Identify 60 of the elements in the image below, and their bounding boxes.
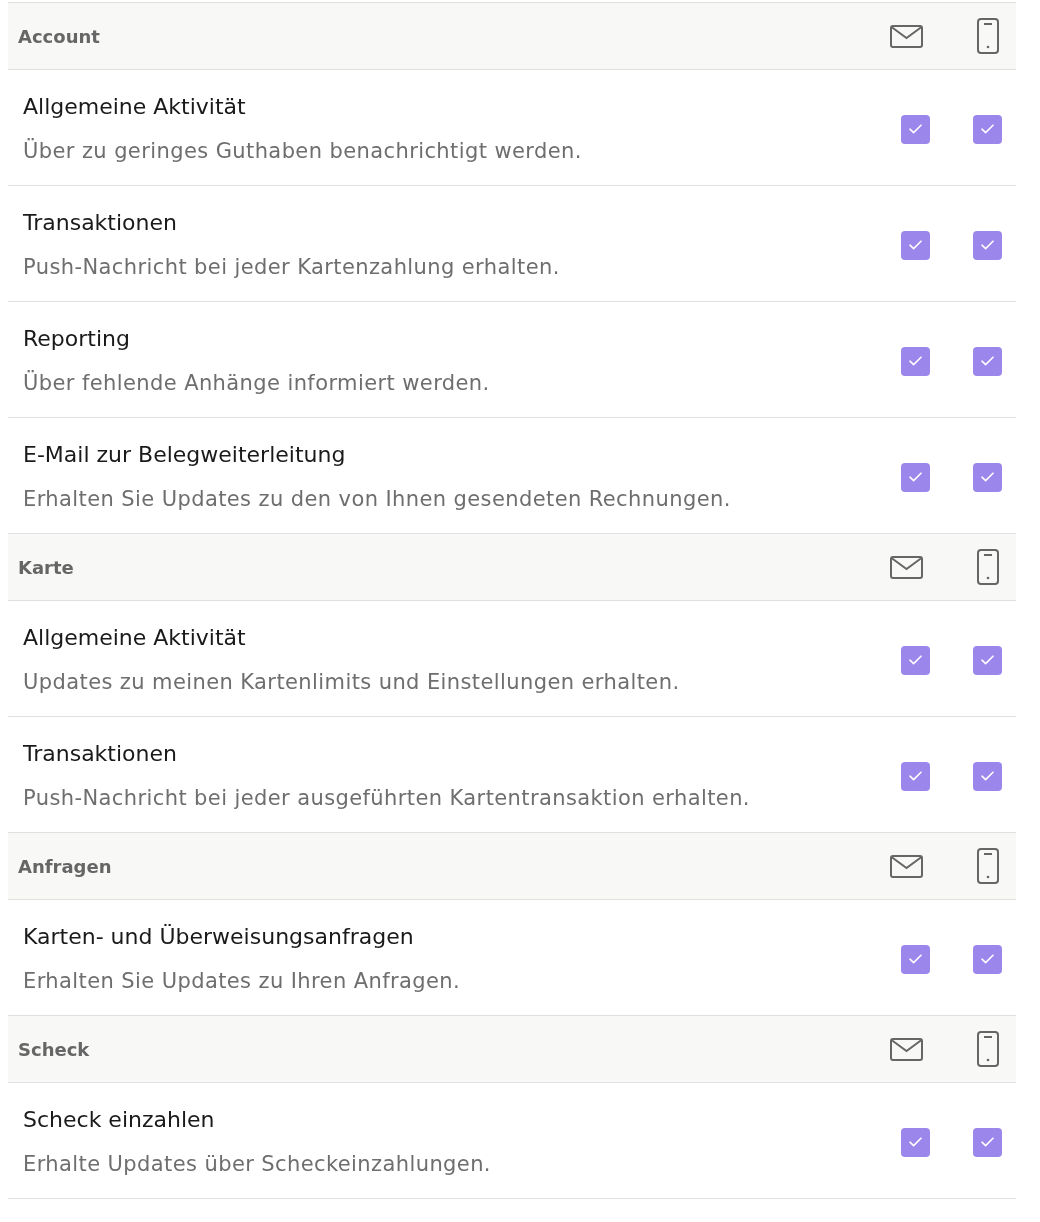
section-title: Account — [18, 24, 101, 49]
checkbox[interactable] — [901, 346, 930, 376]
setting-title: E-Mail zur Belegweiterleitung — [23, 441, 347, 469]
setting-title: Allgemeine Aktivität — [23, 624, 247, 652]
checkbox[interactable] — [901, 230, 930, 260]
checkmark-icon — [909, 356, 922, 366]
checkmark-icon — [909, 240, 922, 250]
mail-icon — [890, 1037, 923, 1061]
checkmark-icon — [981, 1137, 994, 1147]
checkmark-icon — [981, 124, 994, 134]
phone-icon — [977, 1031, 999, 1067]
checkmark-icon — [909, 771, 922, 781]
setting-description: Erhalte Updates über Scheckeinzahlungen. — [23, 1151, 492, 1178]
checkmark-icon — [909, 954, 922, 964]
checkmark-icon — [981, 472, 994, 482]
checkbox[interactable] — [973, 761, 1002, 791]
checkmark-icon — [909, 1137, 922, 1147]
checkmark-icon — [981, 240, 994, 250]
checkbox[interactable] — [901, 462, 930, 492]
checkbox[interactable] — [973, 114, 1002, 144]
setting-description: Erhalten Sie Updates zu den von Ihnen gesendeten Rechnungen. — [23, 486, 732, 513]
checkbox[interactable] — [973, 645, 1002, 675]
mail-icon — [890, 24, 923, 48]
checkbox[interactable] — [973, 462, 1002, 492]
setting-title: Karten- und Überweisungsanfragen — [23, 923, 415, 951]
section-title: Scheck — [18, 1037, 91, 1062]
setting-description: Erhalten Sie Updates zu Ihren Anfragen. — [23, 968, 462, 995]
setting-title: Transaktionen — [23, 740, 178, 768]
section-title: Karte — [18, 555, 75, 580]
setting-title: Reporting — [23, 325, 131, 353]
setting-description: Push-Nachricht bei jeder ausgeführten Kartentransaktion erhalten. — [23, 785, 751, 812]
checkmark-icon — [981, 771, 994, 781]
checkbox[interactable] — [901, 645, 930, 675]
setting-title: Allgemeine Aktivität — [23, 93, 247, 121]
setting-title: Transaktionen — [23, 209, 178, 237]
phone-icon — [977, 18, 999, 54]
checkbox[interactable] — [901, 944, 930, 974]
phone-icon — [977, 549, 999, 585]
setting-description: Über zu geringes Guthaben benachrichtigt werden. — [23, 137, 583, 165]
checkbox[interactable] — [973, 944, 1002, 974]
checkmark-icon — [909, 472, 922, 482]
mail-icon — [890, 854, 923, 878]
checkbox[interactable] — [901, 1127, 930, 1157]
checkmark-icon — [981, 655, 994, 665]
checkmark-icon — [981, 356, 994, 366]
checkmark-icon — [909, 124, 922, 134]
setting-description: Über fehlende Anhänge informiert werden. — [23, 369, 491, 397]
section-title: Anfragen — [18, 854, 113, 879]
checkbox[interactable] — [973, 230, 1002, 260]
checkbox[interactable] — [973, 1127, 1002, 1157]
mail-icon — [890, 555, 923, 579]
checkmark-icon — [981, 954, 994, 964]
phone-icon — [977, 848, 999, 884]
checkbox[interactable] — [973, 346, 1002, 376]
checkmark-icon — [909, 655, 922, 665]
setting-title: Scheck einzahlen — [23, 1106, 216, 1134]
checkbox[interactable] — [901, 761, 930, 791]
setting-description: Push-Nachricht bei jeder Kartenzahlung erhalten. — [23, 254, 561, 281]
setting-description: Updates zu meinen Kartenlimits und Einstellungen erhalten. — [23, 669, 681, 696]
checkbox[interactable] — [901, 114, 930, 144]
